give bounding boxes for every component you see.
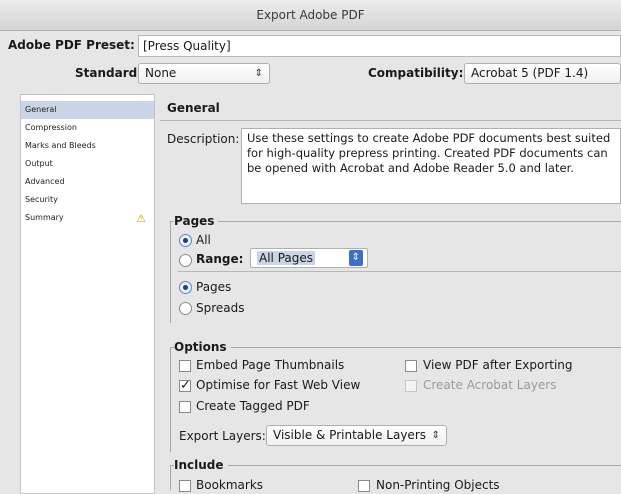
bookmarks-checkbox[interactable] <box>179 480 191 492</box>
spreads-label: Spreads <box>196 301 245 315</box>
sidebar-item-label: Marks and Bleeds <box>25 141 96 150</box>
pages-group-border <box>170 221 621 222</box>
view-after-label: View PDF after Exporting <box>423 358 573 372</box>
embed-thumbnails-label: Embed Page Thumbnails <box>196 358 345 372</box>
options-group-title: Options <box>174 340 231 354</box>
description-textarea[interactable]: Use these settings to create Adobe PDF d… <box>241 128 621 204</box>
sidebar-item-label: Summary <box>25 213 64 222</box>
include-group-title: Include <box>174 458 228 472</box>
all-pages-label: All <box>196 233 211 247</box>
export-layers-value: Visible & Printable Layers <box>273 428 426 442</box>
sidebar-item-label: Output <box>25 159 53 168</box>
compatibility-value: Acrobat 5 (PDF 1.4) <box>471 66 589 80</box>
sidebar-item-marks-and-bleeds[interactable]: Marks and Bleeds <box>21 137 154 155</box>
pages-group-title: Pages <box>174 214 219 228</box>
description-label: Description: <box>167 132 240 146</box>
sidebar-item-security[interactable]: Security <box>21 191 154 209</box>
stepper-icon: ⇕ <box>431 430 440 441</box>
export-layers-label: Export Layers: <box>179 429 266 443</box>
standard-value: None <box>145 66 177 80</box>
section-heading: General <box>167 101 220 115</box>
compatibility-label: Compatibility: <box>368 66 464 80</box>
pages-radio[interactable] <box>179 281 192 294</box>
sidebar-item-advanced[interactable]: Advanced <box>21 173 154 191</box>
range-input[interactable]: All Pages ⇕ <box>250 248 368 268</box>
pages-label: Pages <box>196 280 232 294</box>
all-pages-radio[interactable] <box>179 234 192 247</box>
stepper-icon: ⇕ <box>254 68 263 79</box>
stepper-icon[interactable]: ⇕ <box>348 250 363 266</box>
sidebar-item-summary[interactable]: Summary ⚠ <box>21 209 154 227</box>
acrobat-layers-label: Create Acrobat Layers <box>423 378 557 392</box>
sidebar-item-compression[interactable]: Compression <box>21 119 154 137</box>
embed-thumbnails-checkbox[interactable] <box>179 360 191 372</box>
standard-label: Standard: <box>75 66 143 80</box>
heading-divider <box>160 120 621 121</box>
sidebar-item-label: General <box>25 105 57 114</box>
spreads-radio[interactable] <box>179 302 192 315</box>
acrobat-layers-checkbox[interactable] <box>405 380 417 392</box>
pages-divider <box>178 271 621 272</box>
options-group-border <box>170 347 621 348</box>
tagged-pdf-checkbox[interactable] <box>179 401 191 413</box>
include-group-border-left <box>170 465 171 490</box>
tagged-pdf-label: Create Tagged PDF <box>196 399 310 413</box>
range-label: Range: <box>196 252 244 266</box>
sidebar-item-label: Security <box>25 195 58 204</box>
sidebar: General Compression Marks and Bleeds Out… <box>20 94 155 494</box>
range-radio[interactable] <box>179 254 192 267</box>
include-group-border <box>170 465 621 466</box>
preset-field[interactable]: [Press Quality] <box>138 35 621 57</box>
preset-label: Adobe PDF Preset: <box>8 38 135 52</box>
sidebar-item-label: Compression <box>25 123 77 132</box>
optimise-web-checkbox[interactable]: ✓ <box>179 379 191 392</box>
sidebar-item-label: Advanced <box>25 177 65 186</box>
window-title: Export Adobe PDF <box>0 0 621 31</box>
export-layers-select[interactable]: Visible & Printable Layers ⇕ <box>266 425 447 446</box>
range-value: All Pages <box>257 251 315 265</box>
pages-group-border-left <box>170 221 171 323</box>
standard-select[interactable]: None ⇕ <box>138 63 270 84</box>
sidebar-item-output[interactable]: Output <box>21 155 154 173</box>
view-after-checkbox[interactable] <box>405 360 417 372</box>
options-group-border-left <box>170 347 171 452</box>
optimise-web-label: Optimise for Fast Web View <box>196 378 361 392</box>
warning-icon: ⚠ <box>136 212 146 225</box>
compatibility-select[interactable]: Acrobat 5 (PDF 1.4) <box>464 63 621 84</box>
non-printing-checkbox[interactable] <box>358 480 370 492</box>
sidebar-item-general[interactable]: General <box>21 101 154 119</box>
